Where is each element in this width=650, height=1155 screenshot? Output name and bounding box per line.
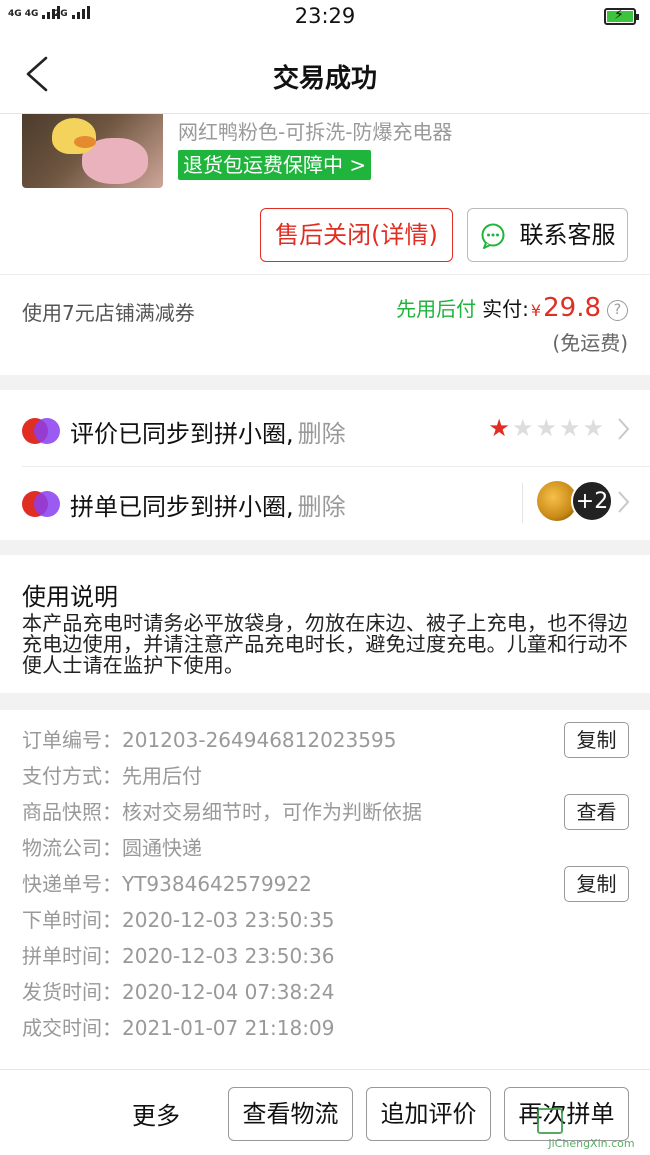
help-icon[interactable]: ? [607,300,628,321]
order-sync-delete-link[interactable]: 删除 [298,493,346,521]
order-detail-key: 发货时间： [22,980,122,1004]
pay-later-label: 先用后付 [396,297,477,321]
order-detail-value: 先用后付 [122,764,202,788]
order-detail-key: 支付方式： [22,764,122,788]
section-gap [0,693,650,710]
pinxiaoquan-logo-icon [22,418,60,444]
product-thumbnail[interactable] [22,114,163,188]
order-detail-key: 订单编号： [22,728,122,752]
order-detail-value: 圆通快递 [122,836,202,860]
contact-customer-service-button[interactable]: 联系客服 [467,208,628,262]
product-title[interactable]: 网红鸭粉色-可拆洗-防爆充电器 [178,116,452,145]
order-detail-row: 商品快照：核对交易细节时，可作为判断依据 [22,797,422,827]
payment-summary: 使用7元店铺满减券 先用后付 实付: ¥ 29.8 ? (免运费) [0,275,650,375]
pinxiaoquan-logo-icon [22,491,60,517]
return-shipping-guarantee-badge[interactable]: 退货包运费保障中 > [178,150,372,180]
chevron-right-icon [618,491,630,513]
star-icon: ★ [488,414,510,442]
add-review-button[interactable]: 追加评价 [366,1087,491,1141]
star-icon: ★ [582,414,604,442]
review-sync-row[interactable]: 评价已同步到拼小圈, 删除 ★ ★ ★ ★ ★ [0,394,650,466]
star-rating: ★ ★ ★ ★ ★ [488,414,604,442]
usage-instructions: 使用说明 本产品充电时请务必平放袋身，勿放在床边、被子上充电，也不得边充电边使用… [0,555,650,693]
order-detail-key: 快递单号： [22,872,122,896]
nav-bar: 交易成功 [0,36,650,114]
review-sync-text: 评价已同步到拼小圈, [70,420,294,448]
order-detail-key: 物流公司： [22,836,122,860]
order-detail-row: 下单时间：2020-12-03 23:50:35 [22,905,334,935]
order-detail-value: 2020-12-03 23:50:36 [122,944,335,968]
section-gap [0,375,650,390]
copy-button[interactable]: 复制 [564,866,629,902]
order-detail-value: 核对交易细节时，可作为判断依据 [122,800,422,824]
order-detail-row: 拼单时间：2020-12-03 23:50:36 [22,941,334,971]
page-title: 交易成功 [272,64,377,94]
coupon-text: 使用7元店铺满减券 [22,301,195,325]
order-detail-value: 2020-12-04 07:38:24 [122,980,335,1004]
star-icon: ★ [535,414,557,442]
more-friends-badge: +2 [571,480,613,522]
order-detail-key: 商品快照： [22,800,122,824]
chevron-right-icon [618,418,630,440]
star-icon: ★ [511,414,534,442]
instructions-title: 使用说明 [22,583,118,611]
review-sync-delete-link[interactable]: 删除 [298,420,346,448]
paid-amount-line: 先用后付 实付: ¥ 29.8 ? [396,293,628,323]
order-sync-row[interactable]: 拼单已同步到拼小圈, 删除 +2 [0,467,650,539]
order-detail-row: 物流公司：圆通快递 [22,833,202,863]
status-time: 23:29 [294,4,356,28]
currency-symbol: ¥ [530,301,542,320]
battery-charging-icon: ⚡ [604,7,639,25]
more-button[interactable]: 更多 [132,1096,180,1131]
order-detail-row: 发货时间：2020-12-04 07:38:24 [22,977,334,1007]
free-shipping-note: (免运费) [552,331,628,355]
order-detail-value: 2020-12-03 23:50:35 [122,908,335,932]
divider [522,483,523,523]
order-detail-row: 支付方式：先用后付 [22,761,202,791]
status-bar: 4G 4G 2G 23:29 ⚡ [0,0,650,36]
contact-customer-service-label: 联系客服 [519,221,616,249]
order-detail-value: 201203-264946812023595 [122,728,397,752]
order-detail-value: YT9384642579922 [122,872,312,896]
star-icon: ★ [558,414,581,442]
chat-bubble-icon [481,223,505,249]
section-gap [0,540,650,555]
order-detail-row: 快递单号：YT9384642579922 [22,869,312,899]
order-detail-row: 订单编号：201203-264946812023595 [22,725,396,755]
order-details: 订单编号：201203-264946812023595 复制 支付方式：先用后付 商品… [0,710,650,1062]
after-sale-details-button[interactable]: 售后关闭(详情) [260,208,453,262]
watermark-text: JiChengXin.com [548,1137,635,1150]
paid-amount: 29.8 [543,293,601,323]
site-watermark: JiChengXin.com [533,1106,650,1155]
product-card: 网红鸭粉色-可拆洗-防爆充电器 退货包运费保障中 > 售后关闭(详情) 联系客服 [0,114,650,274]
order-detail-key: 成交时间： [22,1016,122,1040]
instructions-body: 本产品充电时请务必平放袋身，勿放在床边、被子上充电，也不得边充电边使用，并请注意… [22,611,628,677]
order-detail-value: 2021-01-07 21:18:09 [122,1016,335,1040]
view-snapshot-button[interactable]: 查看 [564,794,629,830]
copy-button[interactable]: 复制 [564,722,629,758]
order-detail-key: 下单时间： [22,908,122,932]
order-detail-row: 成交时间：2021-01-07 21:18:09 [22,1013,334,1043]
view-logistics-button[interactable]: 查看物流 [228,1087,353,1141]
paid-label: 实付: [482,297,529,321]
order-detail-key: 拼单时间： [22,944,122,968]
order-sync-text: 拼单已同步到拼小圈, [70,493,294,521]
